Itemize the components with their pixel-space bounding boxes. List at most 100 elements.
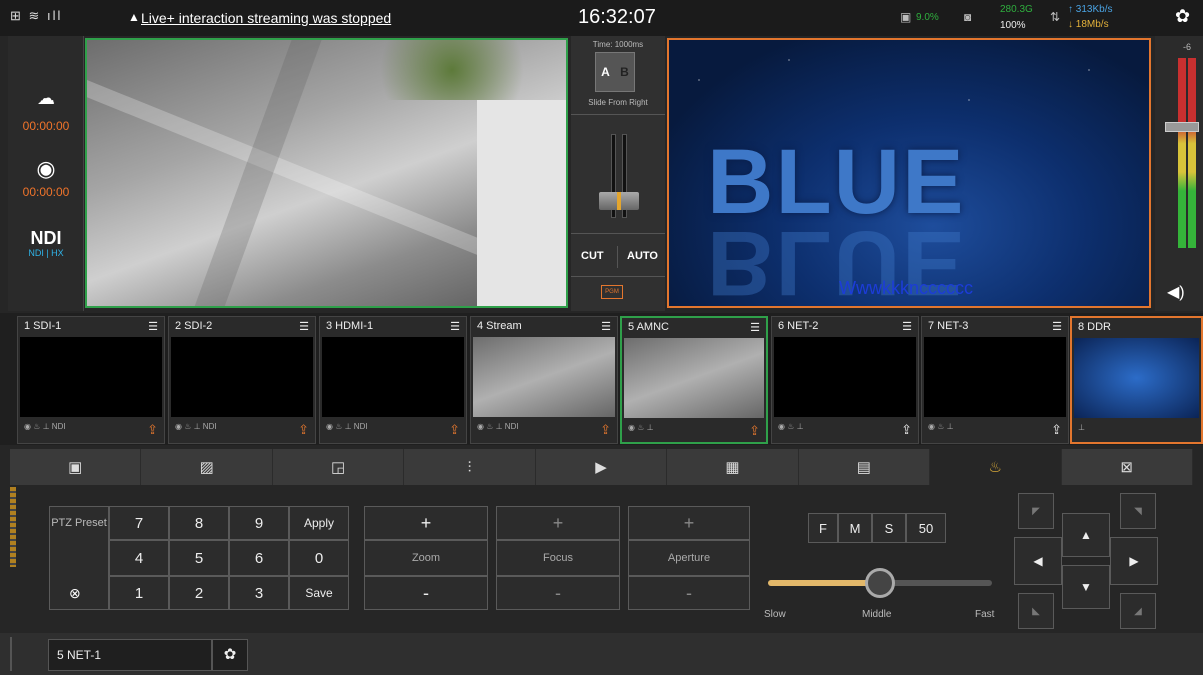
preset-key[interactable]: 2: [169, 576, 229, 610]
preset-key[interactable]: 3: [229, 576, 289, 610]
source-tile-3[interactable]: 3 HDMI-1 ☰ ◉ ♨ ⊥ NDI ⇪: [319, 316, 467, 444]
tab-notes-icon[interactable]: ▤: [799, 449, 931, 485]
speed-slider-knob[interactable]: [865, 568, 895, 598]
pan-up-left-icon[interactable]: ◤: [1018, 493, 1054, 529]
transition-effect: Slide From Right: [588, 98, 648, 107]
ndi-hx-label: NDI | HX: [28, 248, 64, 258]
auto-button[interactable]: AUTO: [627, 250, 658, 262]
source-select[interactable]: 5 NET-1: [48, 639, 212, 671]
push-icon[interactable]: ⇪: [901, 422, 912, 437]
speed-f-button[interactable]: F: [808, 513, 838, 543]
source-tile-8[interactable]: 8 DDR ⊥: [1070, 316, 1203, 444]
push-icon[interactable]: ⇪: [298, 422, 309, 437]
push-icon[interactable]: ⇪: [147, 422, 158, 437]
source-label: 6 NET-2: [778, 320, 819, 332]
divider: [571, 276, 665, 277]
pan-down-left-icon[interactable]: ◣: [1018, 593, 1054, 629]
source-settings-gear-icon[interactable]: ✿: [212, 639, 248, 671]
speed-s-button[interactable]: S: [872, 513, 906, 543]
speaker-icon[interactable]: ◀): [1167, 282, 1185, 302]
clear-icon[interactable]: ⊗: [69, 585, 81, 602]
cut-button[interactable]: CUT: [581, 250, 604, 262]
source-label: 5 AMNC: [628, 321, 669, 333]
t-bar-handle[interactable]: [599, 192, 639, 210]
source-tile-2[interactable]: 2 SDI-2 ☰ ◉ ♨ ⊥ NDI ⇪: [168, 316, 316, 444]
preview-monitor[interactable]: [85, 38, 568, 308]
zoom-out-button[interactable]: -: [364, 576, 488, 610]
menu-icon[interactable]: ☰: [1052, 320, 1062, 334]
tab-image-icon[interactable]: ▣: [10, 449, 142, 485]
pan-up-right-icon[interactable]: ◥: [1120, 493, 1156, 529]
preset-key-zero[interactable]: 0: [289, 540, 349, 576]
source-strip: 1 SDI-1 ☰ ◉ ♨ ⊥ NDI ⇪ 2 SDI-2 ☰ ◉ ♨ ⊥ NDI ⇪ …: [0, 313, 1203, 445]
pan-up-icon[interactable]: ▲: [1062, 513, 1110, 557]
tab-pip-icon[interactable]: ◲: [273, 449, 405, 485]
tab-mixer-icon[interactable]: ⫶: [404, 449, 536, 485]
record-icon[interactable]: ◉: [8, 156, 84, 182]
preset-key[interactable]: 9: [229, 506, 289, 540]
pan-down-right-icon[interactable]: ◢: [1120, 593, 1156, 629]
preset-key[interactable]: 1: [109, 576, 169, 610]
preset-key[interactable]: 6: [229, 540, 289, 576]
side-scroll-indicator[interactable]: [10, 487, 16, 567]
preset-key[interactable]: 5: [169, 540, 229, 576]
focus-in-button[interactable]: +: [496, 506, 620, 540]
menu-icon[interactable]: ☰: [601, 320, 611, 334]
menu-icon[interactable]: ☰: [299, 320, 309, 334]
speed-slider-track[interactable]: [768, 568, 992, 598]
divider: [617, 246, 618, 268]
pan-right-icon[interactable]: ▶: [1110, 537, 1158, 585]
tab-photo-icon[interactable]: ▨: [141, 449, 273, 485]
settings-gear-icon[interactable]: ✿: [1175, 6, 1190, 27]
menu-icon[interactable]: ☰: [750, 321, 760, 335]
notice-link[interactable]: Live+ interaction streaming was stopped: [141, 10, 391, 26]
aperture-up-button[interactable]: +: [628, 506, 750, 540]
menu-icon[interactable]: ☰: [902, 320, 912, 334]
source-tile-1[interactable]: 1 SDI-1 ☰ ◉ ♨ ⊥ NDI ⇪: [17, 316, 165, 444]
aperture-down-button[interactable]: -: [628, 576, 750, 610]
push-icon[interactable]: ⇪: [749, 423, 760, 438]
speed-value-button[interactable]: 50: [906, 513, 946, 543]
speed-m-button[interactable]: M: [838, 513, 872, 543]
tab-ptz-icon[interactable]: ♨: [930, 449, 1062, 485]
ab-a: A: [601, 65, 610, 79]
preset-key[interactable]: 4: [109, 540, 169, 576]
preset-key[interactable]: 8: [169, 506, 229, 540]
source-status: ◉ ♨ ⊥ NDI: [326, 422, 368, 431]
focus-out-button[interactable]: -: [496, 576, 620, 610]
source-thumb: [171, 337, 313, 417]
meter-fader[interactable]: [1165, 122, 1199, 132]
source-tile-4[interactable]: 4 Stream ☰ ◉ ♨ ⊥ NDI ⇪: [470, 316, 618, 444]
pgm-icon[interactable]: PGM: [601, 285, 623, 299]
menu-icon[interactable]: ☰: [148, 320, 158, 334]
cloud-stream-icon[interactable]: ☁: [8, 88, 84, 109]
source-label: 3 HDMI-1: [326, 320, 374, 332]
push-icon[interactable]: ⇪: [449, 422, 460, 437]
t-bar-slider[interactable]: [599, 134, 639, 218]
preset-key[interactable]: 7: [109, 506, 169, 540]
source-tile-5[interactable]: 5 AMNC ☰ ◉ ♨ ⊥ ⇪: [620, 316, 768, 444]
zoom-in-button[interactable]: +: [364, 506, 488, 540]
program-monitor[interactable]: BLUE BLUE Wwwkkkncccccc: [667, 38, 1151, 308]
pan-left-icon[interactable]: ◀: [1014, 537, 1062, 585]
menu-icon[interactable]: ☰: [450, 320, 460, 334]
source-tile-6[interactable]: 6 NET-2 ☰ ◉ ♨ ⊥ ⇪: [771, 316, 919, 444]
ptz-preset-label: PTZ Preset: [51, 517, 107, 529]
tab-score-icon[interactable]: ▦: [667, 449, 799, 485]
source-label: 8 DDR: [1078, 321, 1112, 333]
pan-down-icon[interactable]: ▼: [1062, 565, 1110, 609]
push-icon[interactable]: ⇪: [1051, 422, 1062, 437]
white-wall: [477, 100, 566, 306]
tab-multiview-icon[interactable]: ⊠: [1062, 449, 1193, 485]
speed-fast-label: Fast: [975, 609, 995, 620]
source-thumb: [322, 337, 464, 417]
apply-button[interactable]: Apply: [289, 506, 349, 540]
meter-peak: -6: [1183, 42, 1192, 52]
transition-ab-icon[interactable]: A B: [595, 52, 635, 92]
tab-folder-icon[interactable]: ▶: [536, 449, 668, 485]
audio-meter[interactable]: -6 ◀): [1155, 36, 1203, 311]
source-tile-7[interactable]: 7 NET-3 ☰ ◉ ♨ ⊥ ⇪: [921, 316, 1069, 444]
ndi-label[interactable]: NDI: [8, 228, 84, 249]
save-button[interactable]: Save: [289, 576, 349, 610]
push-icon[interactable]: ⇪: [600, 422, 611, 437]
